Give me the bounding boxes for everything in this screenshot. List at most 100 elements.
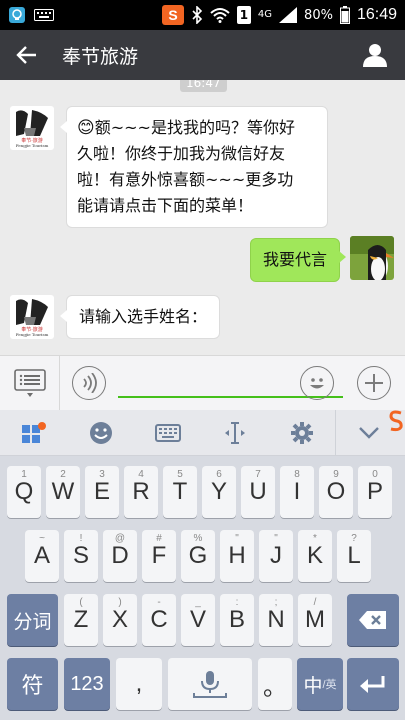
wifi-icon [210,7,230,23]
segment-key[interactable]: 分词 [7,594,58,646]
key-label: D [111,542,129,569]
message-timestamp: 16:47 [180,80,227,92]
logo-text-line2: Fengjie Tourism [16,332,49,337]
enter-key[interactable] [347,658,399,710]
keyboard-settings-button[interactable] [268,410,335,456]
key-label: Z [73,606,89,633]
key-k[interactable]: * K [298,530,332,582]
key-p[interactable]: 0P [358,466,392,518]
key-m[interactable]: / M [298,594,332,646]
bot-avatar[interactable]: 奉节·旅游 Fengjie Tourism [10,106,54,150]
key-u[interactable]: 7U [241,466,275,518]
key-label: H [228,542,246,569]
keyboard-apps-button[interactable] [0,410,67,456]
key-z[interactable]: (Z [64,594,98,646]
key-secondary-label: ( [79,597,83,608]
message-line: 啦！有意外惊喜额~~~更多功 [77,170,294,189]
lang-alt: /英 [322,679,337,691]
key-d[interactable]: @ D [103,530,137,582]
key-v[interactable]: _ V [181,594,215,646]
key-secondary-label: 8 [294,469,300,480]
key-secondary-label: 2 [60,469,66,480]
key-label: Q [14,478,34,505]
space-key[interactable] [168,658,252,710]
number-key[interactable]: 123 [64,658,110,710]
menu-keyboard-icon [13,369,46,397]
gear-icon [290,421,313,444]
menu-toggle-button[interactable] [0,355,60,411]
incoming-message[interactable]: 请输入选手姓名： [59,295,221,339]
emoji-button[interactable] [300,366,334,400]
key-t[interactable]: 5T [163,466,197,518]
key-f[interactable]: # F [142,530,176,582]
logo-text-line2: Fengjie Tourism [16,143,49,148]
smile-emoji: 😊 [77,118,95,138]
key-label: L [347,542,361,569]
key-secondary-label: " [274,533,278,544]
key-l[interactable]: ? L [337,530,371,582]
key-label: G [188,542,208,569]
key-q[interactable]: 1Q [7,466,41,518]
chat-info-button[interactable] [345,30,405,80]
key-g[interactable]: % G [181,530,215,582]
incoming-message[interactable]: 😊额~~~是找我的吗？等你好 久啦！你终于加我为微信好友 啦！有意外惊喜额~~~… [60,106,328,228]
key-label: Y [210,478,227,505]
key-secondary-label: ~ [39,533,45,544]
key-y[interactable]: 6Y [202,466,236,518]
sogou-input-icon: S [161,5,184,25]
period-key[interactable]: 。 [258,658,292,710]
message-input[interactable] [120,366,300,394]
battery-percent: 80% [304,7,333,23]
key-w[interactable]: 2W [46,466,80,518]
notification-app-icon [8,6,26,24]
key-secondary-label: _ [195,597,201,608]
key-n[interactable]: ; N [259,594,293,646]
key-x[interactable]: ) X [103,594,137,646]
key-label: E [93,478,110,505]
network-type: 4G [257,9,273,20]
key-secondary-label: % [193,533,203,544]
signal-icon [279,7,298,23]
key-secondary-label: 6 [216,469,222,480]
backspace-key[interactable] [347,594,399,646]
message-text: 请输入选手姓名： [79,307,208,326]
key-i[interactable]: 8I [280,466,314,518]
key-secondary-label: # [156,533,162,544]
key-label: K [306,542,323,569]
comma-key[interactable]: , [116,658,162,710]
key-a[interactable]: ~ A [25,530,59,582]
bot-avatar[interactable]: 奉节·旅游 Fengjie Tourism [10,295,54,339]
user-avatar[interactable] [350,236,394,280]
key-secondary-label: ) [118,597,122,608]
keyboard-layout-icon [154,423,181,442]
outgoing-message[interactable]: 我要代言 [250,238,347,282]
keyboard-layout-button[interactable] [134,410,201,456]
key-label: N [267,606,285,633]
key-secondary-label: * [313,533,317,544]
key-b[interactable]: :B [220,594,254,646]
key-c[interactable]: -C [142,594,176,646]
key-secondary-label: 4 [138,469,144,480]
key-e[interactable]: 3E [85,466,119,518]
more-options-button[interactable] [357,366,391,400]
back-button[interactable] [0,30,54,80]
keyboard-emoji-button[interactable] [67,410,134,456]
key-secondary-label: ? [351,533,357,544]
text-cursor-icon [224,421,245,444]
key-label: F [151,542,167,569]
key-r[interactable]: 4R [124,466,158,518]
cursor-move-button[interactable] [201,410,268,456]
key-h[interactable]: " H [220,530,254,582]
key-s[interactable]: ! S [64,530,98,582]
lang-main: 中 [303,675,323,697]
key-secondary-label: ! [79,533,83,544]
message-line: 久啦！你终于加我为微信好友 [77,144,286,163]
symbol-key[interactable]: 符 [7,658,58,710]
key-j[interactable]: " J [259,530,293,582]
key-o[interactable]: 9O [319,466,353,518]
message-list[interactable]: 16:47 奉节·旅游 Fengjie Tourism 😊额~~~是找我的吗？等… [0,80,405,355]
key-secondary-label: 3 [99,469,105,480]
smiley-icon [310,378,324,389]
language-switch-key[interactable]: 中/英 [297,658,343,710]
voice-button[interactable] [72,366,106,400]
